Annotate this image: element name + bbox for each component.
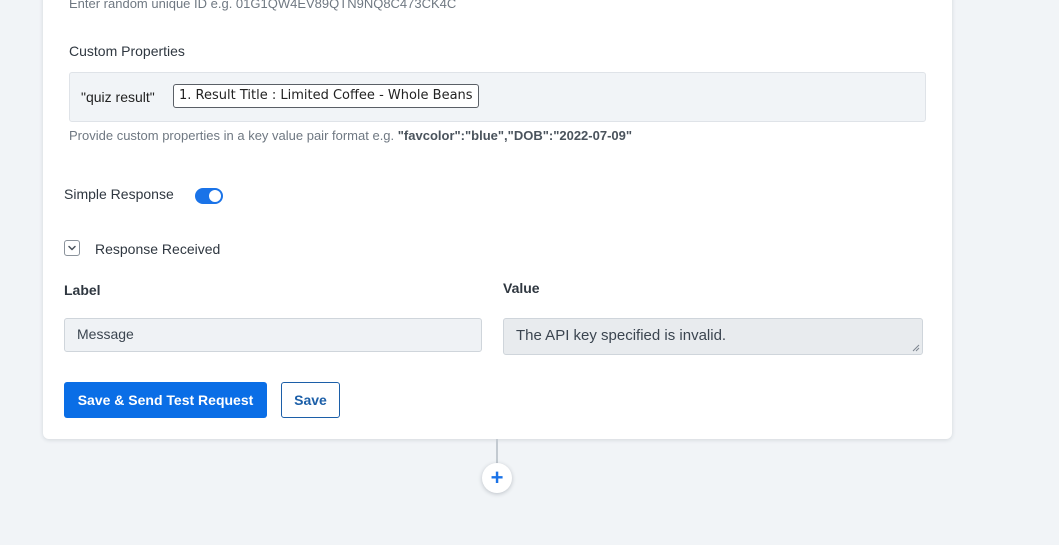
simple-response-toggle[interactable]	[195, 188, 223, 204]
step-config-card: Enter random unique ID e.g. 01G1QW4EV89Q…	[43, 0, 952, 439]
save-button[interactable]: Save	[281, 382, 340, 418]
property-value-chip[interactable]: 1. Result Title : Limited Coffee - Whole…	[173, 84, 479, 108]
toggle-knob	[209, 190, 221, 202]
help-example: "favcolor":"blue","DOB":"2022-07-09"	[397, 128, 633, 143]
flow-connector-line	[496, 439, 498, 465]
response-value-text: The API key specified is invalid.	[516, 327, 727, 344]
chevron-down-icon	[68, 245, 76, 251]
response-label-field[interactable]: Message	[64, 318, 482, 352]
property-key: "quiz result"	[81, 89, 155, 105]
response-collapse-toggle[interactable]	[64, 240, 80, 256]
add-step-button[interactable]: +	[482, 463, 512, 493]
simple-response-label: Simple Response	[64, 186, 174, 202]
response-received-title: Response Received	[95, 241, 221, 257]
custom-properties-label: Custom Properties	[69, 43, 185, 59]
help-text: Provide custom properties in a key value…	[69, 128, 398, 143]
custom-properties-input[interactable]: "quiz result" 1. Result Title : Limited …	[69, 72, 926, 122]
save-and-send-test-button[interactable]: Save & Send Test Request	[64, 382, 267, 418]
custom-properties-help: Provide custom properties in a key value…	[69, 128, 632, 143]
plus-icon: +	[490, 465, 504, 490]
label-column-header: Label	[64, 282, 101, 298]
value-column-header: Value	[503, 280, 540, 296]
unique-id-hint: Enter random unique ID e.g. 01G1QW4EV89Q…	[69, 0, 457, 11]
response-value-field[interactable]: The API key specified is invalid.	[503, 318, 923, 355]
response-label-text: Message	[77, 326, 134, 342]
resize-handle-icon[interactable]	[912, 344, 920, 352]
